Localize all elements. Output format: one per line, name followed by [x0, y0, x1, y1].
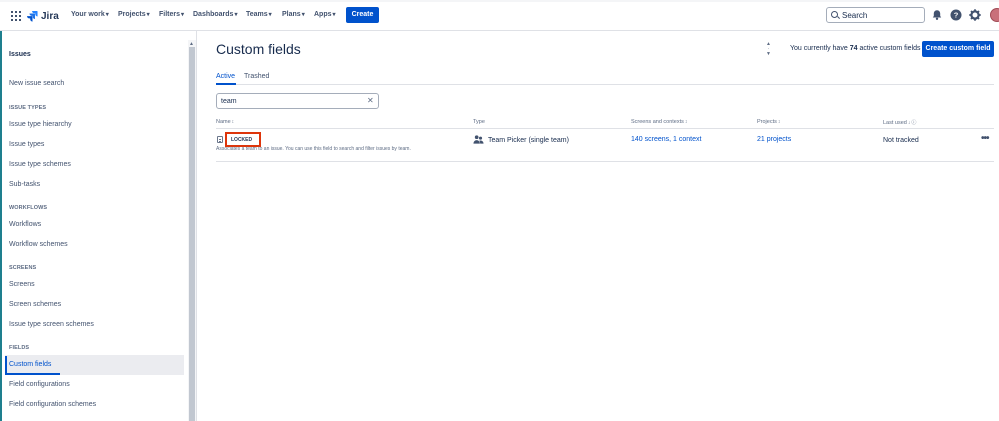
sidebar-scrollbar-thumb[interactable]: [189, 47, 195, 421]
filter-input[interactable]: [221, 96, 361, 106]
chevron-down-icon: ▾: [268, 12, 272, 18]
sort-desc-icon: ↓: [907, 120, 911, 126]
top-navigation: Jira Your work▾ Projects▾ Filters▾ Dashb…: [0, 0, 999, 31]
sidebar-active-underline: [5, 373, 60, 375]
screens-contexts-link[interactable]: 140 screens, 1 context: [631, 136, 701, 143]
jira-logo[interactable]: Jira: [27, 9, 59, 23]
chevron-down-icon: ▾: [105, 12, 109, 18]
sidebar-section-workflows: WORKFLOWS: [9, 205, 48, 211]
nav-projects[interactable]: Projects▾: [118, 11, 150, 18]
clear-icon[interactable]: ✕: [367, 96, 374, 105]
projects-link[interactable]: 21 projects: [757, 136, 791, 143]
jira-logo-icon: [27, 10, 38, 22]
active-tab-indicator: [216, 83, 236, 85]
table-header-divider: [216, 128, 994, 129]
info-icon[interactable]: ⓘ: [911, 120, 916, 126]
chevron-down-icon: ▾: [301, 12, 305, 18]
column-header-projects[interactable]: Projects↕: [757, 119, 780, 125]
column-header-type: Type: [473, 119, 485, 125]
nav-teams-label: Teams: [246, 11, 268, 18]
column-header-last-used[interactable]: Last used↓ⓘ: [883, 119, 916, 126]
active-count-prefix: You currently have: [790, 45, 848, 52]
nav-dashboards-label: Dashboards: [193, 11, 234, 18]
notifications-bell-icon[interactable]: [931, 9, 943, 21]
sort-icon: ↕: [777, 119, 781, 125]
table-row-divider: [216, 161, 994, 162]
sidebar-item-screen-schemes[interactable]: Screen schemes: [9, 301, 61, 308]
active-count-number: 74: [849, 45, 858, 52]
field-filter[interactable]: ✕: [216, 93, 379, 109]
sidebar-item-field-configurations[interactable]: Field configurations: [9, 381, 70, 388]
search-input[interactable]: [842, 10, 922, 20]
sidebar-item-screens[interactable]: Screens: [9, 281, 35, 288]
nav-plans[interactable]: Plans▾: [282, 11, 305, 18]
settings-gear-icon[interactable]: [969, 9, 981, 21]
column-projects-label: Projects: [757, 119, 777, 125]
column-last-used-label: Last used: [883, 120, 907, 126]
column-header-screens[interactable]: Screens and contexts↕: [631, 119, 687, 125]
tabs-divider: [216, 84, 994, 85]
tab-trashed[interactable]: Trashed: [244, 73, 269, 80]
more-actions-icon[interactable]: •••: [981, 133, 989, 144]
sidebar-item-workflows[interactable]: Workflows: [9, 221, 41, 228]
reorder-handle-icon[interactable]: ▲ · ▼: [765, 42, 772, 57]
column-screens-label: Screens and contexts: [631, 119, 684, 125]
chevron-down-icon: ▾: [332, 12, 336, 18]
sidebar-item-issue-type-hierarchy[interactable]: Issue type hierarchy: [9, 121, 72, 128]
nav-filters[interactable]: Filters▾: [159, 11, 184, 18]
field-type-icon: [217, 136, 223, 143]
logo-text: Jira: [41, 10, 59, 22]
nav-filters-label: Filters: [159, 11, 181, 18]
nav-apps-label: Apps: [314, 11, 332, 18]
nav-projects-label: Projects: [118, 11, 146, 18]
sidebar-item-sub-tasks[interactable]: Sub-tasks: [9, 181, 40, 188]
sort-icon: ↕: [231, 119, 235, 125]
sidebar-active-indicator: [5, 356, 7, 374]
global-search[interactable]: [826, 7, 925, 23]
user-avatar[interactable]: [990, 8, 999, 22]
help-icon[interactable]: ?: [950, 9, 962, 21]
column-name-label: Name: [216, 119, 231, 125]
nav-your-work[interactable]: Your work▾: [71, 11, 109, 18]
sidebar-item-custom-fields[interactable]: Custom fields: [9, 361, 51, 368]
column-type-label: Type: [473, 119, 485, 125]
active-fields-count: You currently have 74 active custom fiel…: [790, 45, 921, 52]
sort-icon: ↕: [684, 119, 688, 125]
active-count-suffix: active custom fields: [859, 45, 921, 52]
sidebar-item-issue-type-screen-schemes[interactable]: Issue type screen schemes: [9, 321, 94, 328]
sidebar-heading: Issues: [9, 51, 31, 58]
tab-active[interactable]: Active: [216, 73, 235, 80]
sidebar-item-field-configuration-schemes[interactable]: Field configuration schemes: [9, 401, 96, 408]
top-edge: [0, 0, 999, 2]
page-title: Custom fields: [216, 41, 301, 57]
locked-badge: LOCKED: [225, 132, 261, 147]
nav-plans-label: Plans: [282, 11, 301, 18]
team-icon: [473, 135, 484, 144]
app-switcher-icon[interactable]: [11, 11, 21, 21]
nav-dashboards[interactable]: Dashboards▾: [193, 11, 237, 18]
sidebar-item-issue-type-schemes[interactable]: Issue type schemes: [9, 161, 71, 168]
sidebar-item-new-issue-search[interactable]: New issue search: [9, 80, 64, 87]
locked-badge-label: LOCKED: [231, 137, 253, 143]
create-custom-field-button[interactable]: Create custom field: [922, 41, 994, 57]
sidebar-section-fields: FIELDS: [9, 345, 30, 351]
chevron-down-icon: ▾: [234, 12, 238, 18]
field-type: Team Picker (single team): [488, 137, 569, 144]
column-header-name[interactable]: Name↕: [216, 119, 234, 125]
search-icon: [831, 11, 838, 18]
chevron-down-icon: ▾: [146, 12, 150, 18]
last-used-value: Not tracked: [883, 137, 919, 144]
sidebar-section-screens: SCREENS: [9, 265, 37, 271]
field-description: Associates a team to an issue. You can u…: [216, 146, 411, 152]
nav-teams[interactable]: Teams▾: [246, 11, 272, 18]
sidebar-section-issue-types: ISSUE TYPES: [9, 105, 47, 111]
sidebar-item-issue-types[interactable]: Issue types: [9, 141, 44, 148]
nav-your-work-label: Your work: [71, 11, 105, 18]
svg-text:?: ?: [954, 11, 959, 20]
chevron-down-icon: ▾: [181, 12, 185, 18]
nav-apps[interactable]: Apps▾: [314, 11, 336, 18]
create-button[interactable]: Create: [346, 7, 379, 23]
sidebar-item-workflow-schemes[interactable]: Workflow schemes: [9, 241, 68, 248]
